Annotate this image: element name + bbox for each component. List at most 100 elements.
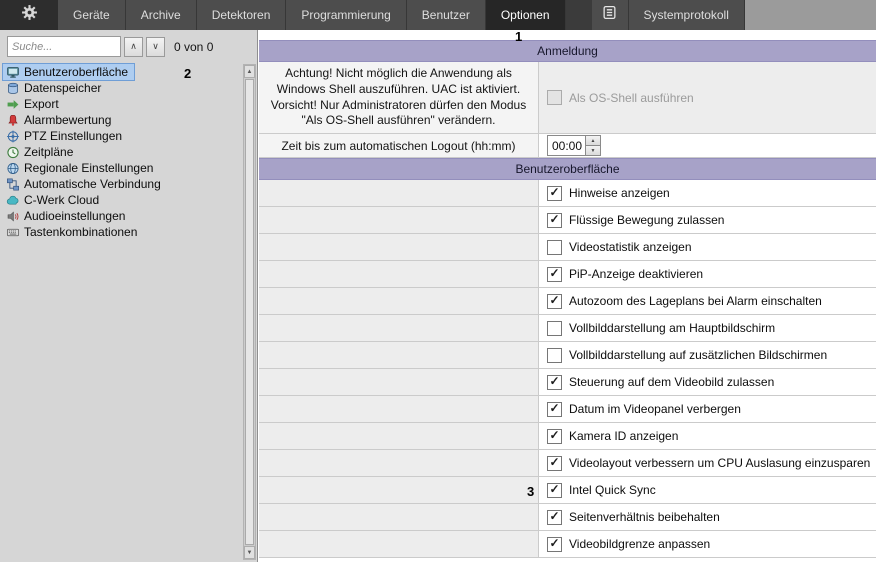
option-row-flüssige-bewegung-zulassen: Flüssige Bewegung zulassen [259,207,876,234]
spin-up-icon[interactable]: ▲ [586,136,600,146]
checkbox-pip-anzeige-deaktivieren[interactable] [547,266,562,282]
checkbox-seitenverhältnis-beibehalten[interactable] [547,509,562,525]
tree-item-automatische-verbindung[interactable]: Automatische Verbindung [3,176,167,192]
checkbox-kamera-id-anzeigen[interactable] [547,428,562,444]
option-row-left-cell [259,396,539,422]
tree-item-tastenkombinationen[interactable]: Tastenkombinationen [3,224,143,240]
option-row-vollbilddarstellung-am-hauptbildschirm: Vollbilddarstellung am Hauptbildschirm [259,315,876,342]
option-row-left-cell [259,450,539,476]
audio-icon [6,210,20,223]
os-shell-checkbox [547,90,562,105]
tab-geräte[interactable]: Geräte [58,0,126,30]
checkbox-flüssige-bewegung-zulassen[interactable] [547,212,562,228]
tab-archive[interactable]: Archive [125,0,197,30]
tab-optionen[interactable]: Optionen [485,0,566,30]
option-label: Seitenverhältnis beibehalten [569,510,720,524]
tab-detektoren[interactable]: Detektoren [196,0,287,30]
tree-item-label: Benutzeroberfläche [24,65,129,79]
auto-logout-value[interactable]: 00:00 [548,136,585,155]
checkbox-vollbilddarstellung-auf-zusätzlichen-bildschirmen[interactable] [547,347,562,363]
checkbox-hinweise-anzeigen[interactable] [547,185,562,201]
checkbox-autozoom-des-lageplans-bei-alarm-einschalten[interactable] [547,293,562,309]
auto-logout-label: Zeit bis zum automatischen Logout (hh:mm… [281,138,516,153]
option-label: PiP-Anzeige deaktivieren [569,267,704,281]
settings-panel: Anmeldung Achtung! Nicht möglich die Anw… [259,30,876,562]
tree-item-zeitpläne[interactable]: Zeitpläne [3,144,79,160]
option-row-pip-anzeige-deaktivieren: PiP-Anzeige deaktivieren [259,261,876,288]
alarm-icon [6,114,20,127]
tab-benutzer[interactable]: Benutzer [406,0,486,30]
option-label: Videostatistik anzeigen [569,240,692,254]
tree-item-label: Alarmbewertung [24,113,112,127]
option-row-left-cell [259,261,539,287]
tab-programmierung[interactable]: Programmierung [286,0,407,30]
tree-item-regionale-einstellungen[interactable]: Regionale Einstellungen [3,160,159,176]
tree-item-label: Audioeinstellungen [24,209,126,223]
option-label: Videobildgrenze anpassen [569,537,711,551]
option-row-steuerung-auf-dem-videobild-zulassen: Steuerung auf dem Videobild zulassen [259,369,876,396]
tree-item-label: Datenspeicher [24,81,102,95]
gear-icon [21,4,38,26]
os-shell-label: Als OS-Shell ausführen [569,90,694,105]
tree-item-c-werk-cloud[interactable]: C-Werk Cloud [3,192,105,208]
tree-item-label: Regionale Einstellungen [24,161,154,175]
section-header-benutzeroberflaeche: Benutzeroberfläche [259,158,876,180]
option-label: Intel Quick Sync [569,483,656,497]
option-row-left-cell [259,288,539,314]
tab-systemprotokoll[interactable]: Systemprotokoll [628,0,745,30]
checkbox-intel-quick-sync[interactable] [547,482,562,498]
cloud-icon [6,194,20,207]
spin-down-icon[interactable]: ▼ [586,146,600,155]
settings-gear-button[interactable] [0,0,58,30]
scrollbar-up-icon[interactable]: ▲ [244,65,255,78]
option-row-left-cell [259,180,539,206]
topbar: Geräte Archive Detektoren Programmierung Ben… [0,0,876,30]
tree-item-audioeinstellungen[interactable]: Audioeinstellungen [3,208,131,224]
search-row: ∧ ∨ 0 von 0 [0,30,257,61]
option-row-seitenverhältnis-beibehalten: Seitenverhältnis beibehalten [259,504,876,531]
search-next-button[interactable]: ∨ [146,36,165,57]
option-label: Datum im Videopanel verbergen [569,402,741,416]
sidebar-scrollbar[interactable]: ▲ ▼ [243,64,256,560]
scrollbar-down-icon[interactable]: ▼ [244,546,255,559]
search-prev-button[interactable]: ∧ [124,36,143,57]
option-label: Videolayout verbessern um CPU Auslasung … [569,456,871,470]
ptz-icon [6,130,20,143]
system-log-icon [602,5,617,25]
option-row-videobildgrenze-anpassen: Videobildgrenze anpassen [259,531,876,558]
tree-item-export[interactable]: Export [3,96,65,112]
tree-item-label: Export [24,97,59,111]
tree-item-ptz-einstellungen[interactable]: PTZ Einstellungen [3,128,128,144]
option-label: Hinweise anzeigen [569,186,670,200]
option-row-intel-quick-sync: Intel Quick Sync [259,477,876,504]
tree-item-alarmbewertung[interactable]: Alarmbewertung [3,112,117,128]
option-row-datum-im-videopanel-verbergen: Datum im Videopanel verbergen [259,396,876,423]
option-row-left-cell [259,207,539,233]
checkbox-videobildgrenze-anpassen[interactable] [547,536,562,552]
main-tabs: Geräte Archive Detektoren Programmierung Ben… [58,0,566,30]
tree-item-datenspeicher[interactable]: Datenspeicher [3,80,107,96]
settings-tree: Benutzeroberfläche Datenspeicher Export Ala… [1,63,241,552]
tree-item-label: PTZ Einstellungen [24,129,123,143]
checkbox-videostatistik-anzeigen[interactable] [547,239,562,255]
option-row-left-cell [259,234,539,260]
os-shell-row: Achtung! Nicht möglich die Anwendung als… [259,62,876,134]
scrollbar-thumb[interactable] [245,79,254,545]
option-row-kamera-id-anzeigen: Kamera ID anzeigen [259,423,876,450]
options-sidebar: ∧ ∨ 0 von 0 Benutzeroberfläche Datenspeic… [0,30,258,562]
checkbox-steuerung-auf-dem-videobild-zulassen[interactable] [547,374,562,390]
option-row-vollbilddarstellung-auf-zusätzlichen-bildschirmen: Vollbilddarstellung auf zusätzlichen Bil… [259,342,876,369]
search-result-count: 0 von 0 [174,39,214,54]
keyboard-icon [6,226,20,239]
tree-item-label: C-Werk Cloud [24,193,100,207]
system-log-icon-button[interactable] [591,0,629,30]
tree-item-label: Automatische Verbindung [24,177,161,191]
topbar-empty-area [744,0,876,30]
auto-logout-spinbox[interactable]: 00:00 ▲ ▼ [547,135,601,156]
checkbox-datum-im-videopanel-verbergen[interactable] [547,401,562,417]
search-input[interactable] [7,36,121,57]
export-icon [6,98,20,111]
checkbox-vollbilddarstellung-am-hauptbildschirm[interactable] [547,320,562,336]
tree-item-benutzeroberfläche[interactable]: Benutzeroberfläche [1,63,136,81]
checkbox-videolayout-verbessern-um-cpu-auslasung-einzusparen[interactable] [547,455,562,471]
